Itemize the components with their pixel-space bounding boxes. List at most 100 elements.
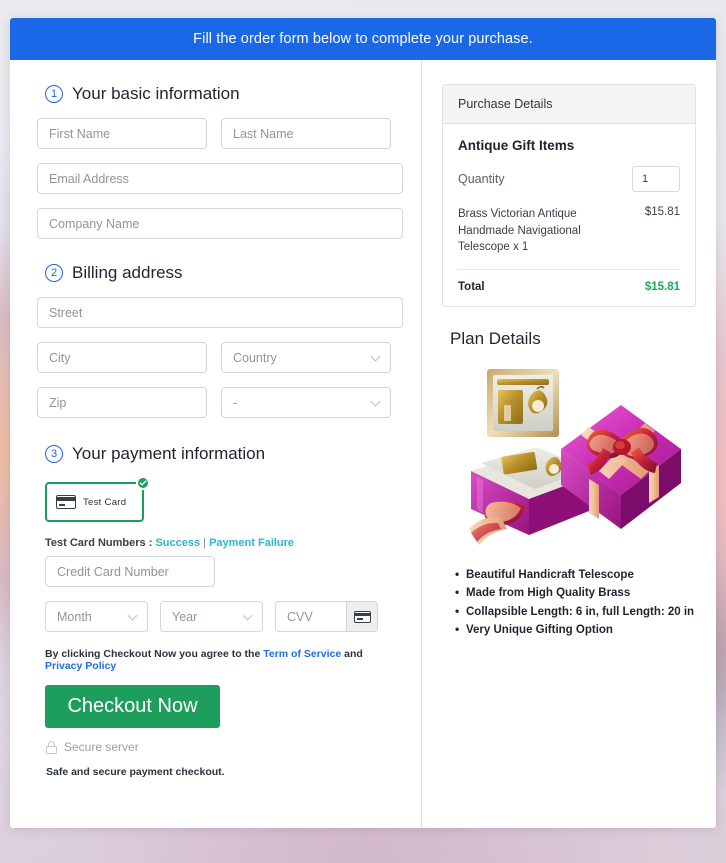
summary-column: Purchase Details Antique Gift Items Quan… — [422, 60, 716, 828]
test-card-option[interactable]: Test Card — [45, 482, 144, 522]
line-item-name: Brass Victorian Antique Handmade Navigat… — [458, 208, 581, 254]
quantity-value: 1 — [642, 173, 649, 185]
success-link[interactable]: Success — [155, 537, 200, 549]
email-placeholder: Email Address — [49, 171, 129, 186]
product-image — [442, 353, 696, 563]
section-title-payment-information: Your payment information — [72, 444, 266, 463]
company-placeholder: Company Name — [49, 216, 140, 231]
page-banner: Fill the order form below to complete yo… — [10, 18, 716, 60]
safe-checkout-note: Safe and secure payment checkout. — [46, 766, 225, 778]
product-title: Antique Gift Items — [458, 138, 575, 153]
gift-box-illustration — [469, 369, 681, 546]
secure-server-label: Secure server — [64, 740, 139, 754]
first-name-placeholder: First Name — [49, 126, 111, 141]
chevron-down-icon — [127, 610, 138, 621]
check-circle-icon — [136, 476, 150, 490]
zip-state-row: Zip - — [37, 387, 403, 418]
quantity-row: Quantity 1 — [458, 166, 680, 192]
test-card-numbers-row: Test Card Numbers : Success | Payment Fa… — [45, 537, 403, 549]
order-total-row: Total $15.81 — [458, 270, 680, 293]
section-header-billing-address: 2 Billing address — [45, 263, 403, 283]
plan-details-title: Plan Details — [450, 329, 541, 349]
email-input[interactable]: Email Address — [37, 163, 403, 194]
chevron-down-icon — [370, 351, 381, 362]
privacy-policy-link[interactable]: Privacy Policy — [45, 660, 116, 672]
section-header-payment-information: 3 Your payment information — [45, 444, 403, 464]
cvv-placeholder: CVV — [287, 609, 313, 624]
purchase-details-body: Antique Gift Items Quantity 1 Brass Vict… — [443, 124, 695, 306]
city-input[interactable]: City — [37, 342, 207, 373]
terms-of-service-link[interactable]: Term of Service — [263, 648, 341, 660]
purchase-details-panel: Purchase Details Antique Gift Items Quan… — [442, 84, 696, 308]
year-placeholder: Year — [172, 609, 198, 624]
zip-input[interactable]: Zip — [37, 387, 207, 418]
step-number-3: 3 — [45, 445, 63, 463]
city-country-row: City Country — [37, 342, 403, 373]
company-name-input[interactable]: Company Name — [37, 208, 403, 239]
checkout-button-label: Checkout Now — [67, 695, 198, 717]
cvv-card-icon-button[interactable] — [346, 602, 377, 631]
first-name-input[interactable]: First Name — [37, 118, 207, 149]
list-item: Made from High Quality Brass — [455, 584, 696, 601]
section-header-basic-information: 1 Your basic information — [45, 84, 403, 104]
section-title-basic-information: Your basic information — [72, 84, 240, 103]
product-feature-list: Beautiful Handicraft Telescope Made from… — [452, 566, 696, 638]
list-item: Very Unique Gifting Option — [455, 621, 696, 638]
purchase-details-header: Purchase Details — [443, 85, 695, 124]
expiry-year-select[interactable]: Year — [160, 601, 263, 632]
secure-server-row: Secure server — [46, 740, 403, 754]
cvv-input[interactable]: CVV — [276, 602, 346, 631]
quantity-label: Quantity — [458, 172, 505, 186]
step-number-2: 2 — [45, 264, 63, 282]
step-number-1: 1 — [45, 85, 63, 103]
checkout-now-button[interactable]: Checkout Now — [45, 685, 220, 728]
state-placeholder: - — [233, 395, 238, 410]
section-title-billing-address: Billing address — [72, 263, 183, 282]
line-item-price: $15.81 — [644, 206, 680, 218]
payment-failure-link[interactable]: Payment Failure — [209, 537, 294, 549]
chevron-down-icon — [242, 610, 253, 621]
state-select[interactable]: - — [221, 387, 391, 418]
checkout-card: Fill the order form below to complete yo… — [10, 18, 716, 828]
last-name-placeholder: Last Name — [233, 126, 294, 141]
chevron-down-icon — [370, 396, 381, 407]
zip-placeholder: Zip — [49, 395, 67, 410]
test-card-label: Test Card — [83, 496, 127, 508]
cvv-field-group[interactable]: CVV — [275, 601, 378, 632]
credit-card-icon — [353, 610, 371, 623]
country-select[interactable]: Country — [221, 342, 391, 373]
list-item: Collapsible Length: 6 in, full Length: 2… — [455, 603, 696, 620]
order-line-item: Brass Victorian Antique Handmade Navigat… — [458, 206, 680, 271]
street-placeholder: Street — [49, 305, 83, 320]
lock-icon — [46, 740, 57, 754]
terms-notice: By clicking Checkout Now you agree to th… — [45, 648, 403, 672]
checkout-body: 1 Your basic information First Name Last… — [10, 60, 716, 828]
street-input[interactable]: Street — [37, 297, 403, 328]
page-background: Fill the order form below to complete yo… — [0, 0, 726, 863]
city-placeholder: City — [49, 350, 71, 365]
email-row: Email Address — [37, 163, 403, 194]
street-row: Street — [37, 297, 403, 328]
payment-method-selector: Test Card — [45, 476, 150, 522]
link-separator: | — [203, 537, 207, 549]
name-row: First Name Last Name — [37, 118, 403, 149]
credit-card-number-input[interactable]: Credit Card Number — [45, 556, 215, 587]
company-row: Company Name — [37, 208, 403, 239]
expiry-month-select[interactable]: Month — [45, 601, 148, 632]
expiry-cvv-row: Month Year CVV — [45, 601, 403, 632]
terms-middle: and — [344, 648, 363, 660]
last-name-input[interactable]: Last Name — [221, 118, 391, 149]
total-label: Total — [458, 281, 485, 294]
banner-text: Fill the order form below to complete yo… — [193, 31, 533, 47]
credit-card-icon — [56, 495, 76, 509]
country-placeholder: Country — [233, 350, 277, 365]
terms-prefix: By clicking Checkout Now you agree to th… — [45, 648, 261, 660]
month-placeholder: Month — [57, 609, 92, 624]
credit-card-number-placeholder: Credit Card Number — [57, 564, 169, 579]
total-value: $15.81 — [644, 281, 680, 294]
quantity-input[interactable]: 1 — [632, 166, 680, 192]
form-column: 1 Your basic information First Name Last… — [10, 60, 422, 828]
list-item: Beautiful Handicraft Telescope — [455, 566, 696, 583]
test-card-numbers-label: Test Card Numbers : — [45, 537, 153, 549]
credit-card-number-row: Credit Card Number — [37, 556, 403, 587]
